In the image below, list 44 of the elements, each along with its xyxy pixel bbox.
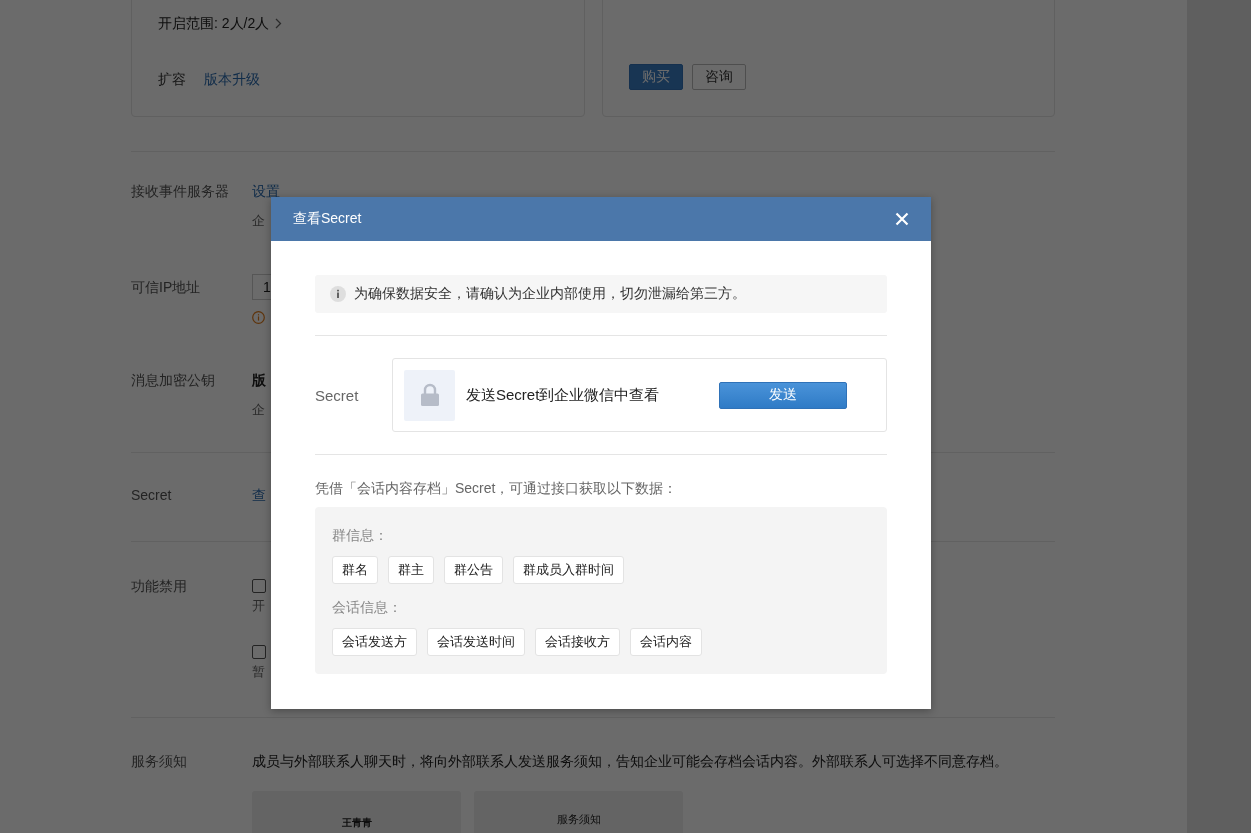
checkbox[interactable] xyxy=(252,579,266,593)
notice-text: 为确保数据安全，请确认为企业内部使用，切勿泄漏给第三方。 xyxy=(354,285,746,303)
data-tag: 会话接收方 xyxy=(535,628,620,656)
setting-link[interactable]: 设置 xyxy=(252,181,280,201)
setting-label: 可信IP地址 xyxy=(131,278,202,297)
setting-link[interactable]: 查 xyxy=(252,485,266,505)
preview-title: 王青青 xyxy=(341,816,372,827)
group-title: 群信息： xyxy=(332,526,388,545)
send-button[interactable]: 发送 xyxy=(719,381,847,409)
range-text: 开启范围: 2人/2人 xyxy=(158,14,270,33)
option-note: 开 xyxy=(252,597,266,615)
secret-prompt: 发送Secret到企业微信中查看 xyxy=(466,385,661,405)
setting-note: 企 xyxy=(252,401,265,419)
preview-title: 服务须知 xyxy=(556,812,601,823)
setting-label: 消息加密公钥 xyxy=(131,371,216,390)
data-tag: 群公告 xyxy=(444,556,503,584)
buy-button[interactable]: 购买 xyxy=(629,64,683,90)
close-icon[interactable] xyxy=(895,212,909,226)
checkbox[interactable] xyxy=(252,645,266,659)
data-tag: 群名 xyxy=(332,556,378,584)
setting-note: 企 xyxy=(252,212,265,230)
data-tag: 群成员入群时间 xyxy=(513,556,624,584)
info-icon xyxy=(330,286,346,302)
setting-label: 功能禁用 xyxy=(131,577,188,596)
setting-label: 接收事件服务器 xyxy=(131,182,230,201)
group-title: 会话信息： xyxy=(332,598,402,617)
description-text: 凭借「会话内容存档」Secret，可通过接口获取以下数据： xyxy=(315,479,679,497)
dialog-title: 查看Secret xyxy=(293,210,362,228)
option-note: 暂 xyxy=(252,663,266,681)
data-tag: 会话发送时间 xyxy=(427,628,525,656)
data-tag: 群主 xyxy=(388,556,434,584)
secret-label: Secret xyxy=(315,386,360,404)
warning-icon xyxy=(252,311,265,324)
lock-icon xyxy=(404,369,455,421)
data-tag: 会话内容 xyxy=(630,628,702,656)
setting-label: Secret xyxy=(131,486,173,505)
card-link[interactable]: 扩容 xyxy=(158,69,186,89)
setting-value: 版 xyxy=(252,371,266,390)
data-tag: 会话发送方 xyxy=(332,628,417,656)
chevron-right-icon[interactable] xyxy=(275,17,283,29)
notice-paragraph: 成员与外部联系人聊天时，将向外部联系人发送服务须知，告知企业可能会存档会话内容。外部联系人可选择不同意存档。 xyxy=(252,754,1009,769)
consult-button[interactable]: 咨询 xyxy=(692,64,746,90)
card-link[interactable]: 版本升级 xyxy=(204,69,260,89)
setting-label: 服务须知 xyxy=(131,752,188,771)
